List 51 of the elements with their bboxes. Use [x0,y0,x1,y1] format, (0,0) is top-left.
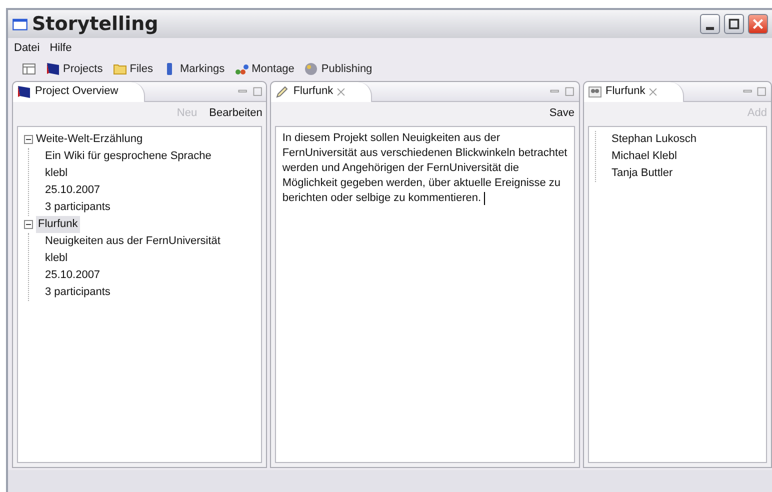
close-icon [752,18,764,30]
maximize-icon [756,86,768,98]
nodes-icon [234,62,249,76]
layout-icon [22,62,36,76]
pencil-icon [275,84,290,98]
tab-title: Project Overview [35,84,118,100]
tree-item[interactable]: Neuigkeiten aus der FernUniversität [45,233,220,250]
tree-item[interactable]: 3 participants [45,199,110,216]
folder-icon [112,62,127,76]
tree-item[interactable]: klebl [45,250,68,267]
window-icon [12,16,28,32]
toolbar-button[interactable]: Files [112,60,153,77]
window-title: Storytelling [32,12,158,37]
list-item[interactable]: Michael Klebl [612,148,677,165]
view-tab[interactable]: Flurfunk [271,82,372,102]
text-cursor [484,192,486,205]
people-icon [588,84,602,98]
tab-title: Flurfunk [606,84,646,100]
expander-icon[interactable] [24,135,33,144]
toolbar-button[interactable]: Projects [46,60,103,77]
menu-item[interactable]: Datei [14,40,40,56]
tree-item[interactable]: klebl [45,165,68,182]
list-item[interactable]: Tanja Buttler [612,165,673,182]
toolbar-icon-button[interactable] [22,62,36,76]
tree-item[interactable]: Flurfunk [36,216,80,233]
maximize-icon [728,18,740,30]
maximize-icon [252,86,264,98]
flag-icon [17,84,31,98]
maximize-icon [564,86,576,98]
toolbar-button[interactable]: Publishing [304,60,372,77]
tree-item[interactable]: 25.10.2007 [45,267,100,284]
flag-icon [46,62,60,76]
expander-icon[interactable] [24,220,33,229]
view-tab[interactable]: Flurfunk [584,82,684,102]
list-item[interactable]: Stephan Lukosch [612,131,697,148]
minimize-button[interactable] [700,14,720,34]
tree-item[interactable]: 25.10.2007 [45,182,100,199]
minimize-icon [706,27,714,30]
tree-item[interactable]: Weite-Welt-Erzählung [36,131,143,148]
close-button[interactable] [748,14,768,34]
toolbar-button[interactable]: Markings [162,60,225,77]
action-button[interactable]: Bearbeiten [209,104,262,122]
action-button[interactable]: Save [549,104,574,122]
globe-icon [304,62,318,76]
tab-title: Flurfunk [293,84,334,100]
menu-item[interactable]: Hilfe [50,40,72,56]
tree-item[interactable]: Ein Wiki für gesprochene Sprache [45,148,212,165]
view-tab[interactable]: Project Overview [13,82,146,102]
tree-item[interactable]: 3 participants [45,284,110,301]
maximize-button[interactable] [724,14,744,34]
toolbar-button[interactable]: Montage [234,60,294,77]
